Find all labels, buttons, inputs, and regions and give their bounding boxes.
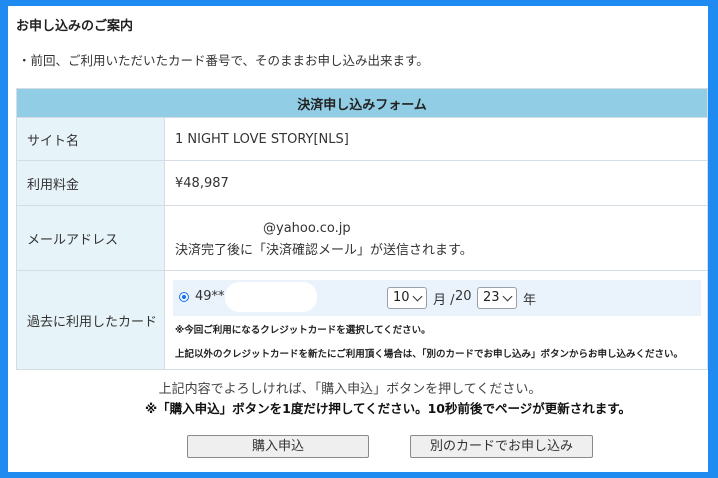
page-heading: お申し込みのご案内 <box>16 19 134 34</box>
chevron-down-icon <box>502 291 513 302</box>
payment-form-table: 決済申し込みフォーム サイト名 1 NIGHT LOVE STORY[NLS] … <box>16 88 708 370</box>
other-card-button[interactable]: 別のカードでお申し込み <box>410 435 593 458</box>
expiry-year-value: 23 <box>483 290 500 305</box>
email-value: @yahoo.co.jp <box>263 220 351 236</box>
month-separator: 月 / <box>433 293 455 308</box>
confirm-text: 上記内容でよろしければ、「購入申込」ボタンを押してください。 <box>158 382 542 397</box>
email-label: メールアドレス <box>16 205 165 271</box>
email-note: 決済完了後に「決済確認メール」が送信されます。 <box>175 242 473 258</box>
fee-label: 利用料金 <box>16 160 165 206</box>
expiry-month-select[interactable]: 10 <box>387 287 427 309</box>
card-label: 過去に利用したカード <box>16 270 165 370</box>
card-option-row[interactable]: 49** 10 月 / 20 23 年 <box>173 280 701 316</box>
fee-value: ¥48,987 <box>164 160 708 206</box>
site-name-value: 1 NIGHT LOVE STORY[NLS] <box>164 117 708 161</box>
chevron-down-icon <box>412 291 423 302</box>
card-number-mask <box>225 282 317 312</box>
purchase-button[interactable]: 購入申込 <box>187 435 369 458</box>
card-select-note: ※今回ご利用になるクレジットカードを選択してください。 <box>175 325 431 336</box>
site-name-label: サイト名 <box>16 117 165 161</box>
expiry-year-select[interactable]: 23 <box>477 287 517 309</box>
warning-text: ※「購入申込」ボタンを1度だけ押してください。10秒前後でページが更新されます。 <box>145 401 631 416</box>
form-caption: 決済申し込みフォーム <box>16 88 708 118</box>
year-prefix: 20 <box>455 289 472 304</box>
other-card-note: 上記以外のクレジットカードを新たにご利用頂く場合は、「別のカードでお申し込み」ボ… <box>175 349 684 360</box>
card-number: 49** <box>195 289 225 304</box>
email-cell: @yahoo.co.jp 決済完了後に「決済確認メール」が送信されます。 <box>164 205 708 271</box>
notice-text: ・前回、ご利用いただいたカード番号で、そのままお申し込み出来ます。 <box>18 53 429 68</box>
card-radio-button[interactable] <box>179 292 189 302</box>
card-cell: 49** 10 月 / 20 23 年 ※今回ご利用になるクレジットカードを選択… <box>164 270 708 370</box>
year-suffix: 年 <box>523 293 537 308</box>
expiry-month-value: 10 <box>393 290 410 305</box>
